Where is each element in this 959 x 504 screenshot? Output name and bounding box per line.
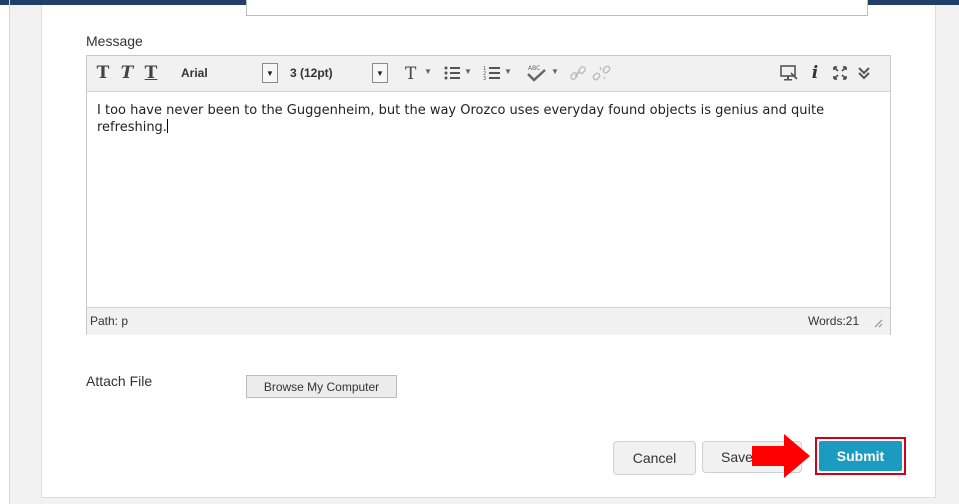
text-caret xyxy=(166,119,168,133)
font-family-dropdown-icon[interactable]: ▼ xyxy=(262,63,278,83)
editor-toolbar: T T T Arial ▼ 3 (12pt) ▼ T ▼ ▼ 123 ▼ ABC… xyxy=(87,56,890,92)
bullet-list-dropdown-icon[interactable]: ▼ xyxy=(464,67,472,76)
svg-text:ABC: ABC xyxy=(528,65,540,72)
more-options-icon[interactable] xyxy=(855,62,873,84)
font-family-select[interactable]: Arial xyxy=(181,63,261,83)
browse-my-computer-button[interactable]: Browse My Computer xyxy=(246,375,397,398)
unlink-icon[interactable] xyxy=(592,62,612,84)
attach-file-label: Attach File xyxy=(86,373,153,389)
info-icon[interactable]: i xyxy=(807,62,823,84)
svg-text:3: 3 xyxy=(483,76,486,81)
editor-status-bar: Path: p Words:21 xyxy=(87,307,890,335)
bullet-list-icon[interactable] xyxy=(443,62,461,84)
word-count: Words:21 xyxy=(808,314,860,328)
message-label: Message xyxy=(86,33,143,49)
rich-text-editor: T T T Arial ▼ 3 (12pt) ▼ T ▼ ▼ 123 ▼ ABC… xyxy=(86,55,891,335)
resize-grip-icon[interactable] xyxy=(873,318,883,328)
red-arrow-icon xyxy=(752,434,810,478)
font-size-select[interactable]: 3 (12pt) xyxy=(290,63,370,83)
fullscreen-icon[interactable] xyxy=(831,62,849,84)
numbered-list-icon[interactable]: 123 xyxy=(483,62,501,84)
underline-button[interactable]: T xyxy=(143,62,159,84)
preview-icon[interactable] xyxy=(779,62,799,84)
text-color-icon[interactable]: T xyxy=(403,62,421,84)
cancel-button[interactable]: Cancel xyxy=(613,441,696,475)
subject-field[interactable] xyxy=(246,0,868,16)
link-icon[interactable] xyxy=(569,62,587,84)
font-size-dropdown-icon[interactable]: ▼ xyxy=(372,63,388,83)
italic-button[interactable]: T xyxy=(119,62,135,84)
svg-text:T: T xyxy=(405,64,417,82)
numbered-list-dropdown-icon[interactable]: ▼ xyxy=(504,67,512,76)
message-text: I too have never been to the Guggenheim,… xyxy=(97,103,825,135)
editor-content[interactable]: I too have never been to the Guggenheim,… xyxy=(97,102,877,136)
text-color-dropdown-icon[interactable]: ▼ xyxy=(424,67,432,76)
submit-button[interactable]: Submit xyxy=(819,441,902,471)
spellcheck-dropdown-icon[interactable]: ▼ xyxy=(551,67,559,76)
element-path: Path: p xyxy=(90,314,129,328)
bold-button[interactable]: T xyxy=(95,62,111,84)
save-label: Save xyxy=(721,449,753,465)
spellcheck-icon[interactable]: ABC xyxy=(525,62,547,84)
